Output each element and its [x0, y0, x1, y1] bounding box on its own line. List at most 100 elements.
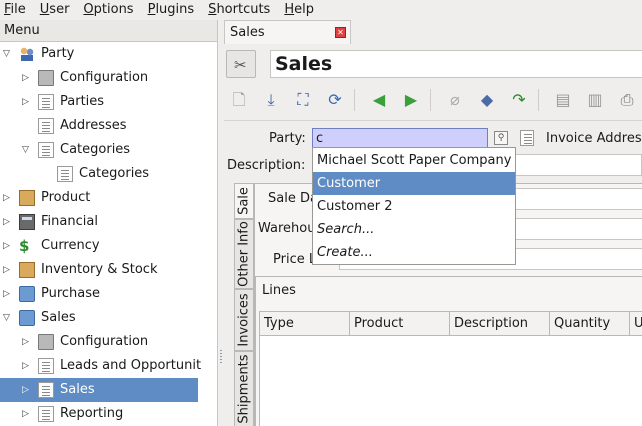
side-tab-shipments[interactable]: Shipments	[234, 351, 254, 426]
chevron-right-icon[interactable]: ▷	[22, 409, 32, 419]
menu-item-label: Party	[41, 46, 75, 61]
reload-icon[interactable]: ⟳	[324, 89, 346, 111]
chevron-down-icon[interactable]: ▽	[3, 313, 13, 323]
side-tab-other-info[interactable]: Other Info	[234, 219, 254, 289]
form-menu-button[interactable]: ✂	[226, 50, 256, 78]
form-title-box: Sales	[270, 50, 642, 78]
copy-icon[interactable]: ▤	[552, 89, 574, 111]
document-icon	[38, 406, 54, 422]
party-label: Party:	[269, 131, 306, 146]
menu-item-addresses[interactable]: Addresses	[0, 114, 217, 138]
menu-item-product[interactable]: ▷ Product	[0, 186, 217, 210]
chevron-right-icon[interactable]: ▷	[22, 97, 32, 107]
menu-item-party[interactable]: ▽ Party	[0, 42, 217, 66]
menu-item-label: Addresses	[60, 118, 127, 133]
menu-item-categories[interactable]: Categories	[0, 162, 217, 186]
column-product[interactable]: Product	[350, 312, 450, 336]
switch-view-icon[interactable]: ⛶	[292, 89, 314, 111]
chevron-right-icon[interactable]: ▷	[22, 73, 32, 83]
column-type[interactable]: Type	[260, 312, 350, 336]
side-tab-sale[interactable]: Sale	[234, 183, 254, 219]
next-icon[interactable]: ▶	[400, 89, 422, 111]
menu-item-inventory-stock[interactable]: ▷ Inventory & Stock	[0, 258, 217, 282]
chevron-right-icon[interactable]: ▷	[22, 385, 32, 395]
lines-table-header: Type Product Description Quantity U	[260, 312, 642, 336]
config-icon	[38, 70, 54, 86]
menu-item-configuration[interactable]: ▷ Configuration	[0, 330, 217, 354]
menu-item-financial[interactable]: ▷ Financial	[0, 210, 217, 234]
attachment-icon[interactable]: ⌀	[444, 89, 466, 111]
document-icon	[38, 94, 54, 110]
chevron-down-icon[interactable]: ▽	[22, 145, 32, 155]
new-party-icon[interactable]	[520, 130, 534, 146]
chevron-right-icon[interactable]: ▷	[3, 217, 13, 227]
toolbar-separator	[354, 89, 355, 111]
menu-user[interactable]: User	[33, 1, 77, 18]
chevron-right-icon[interactable]: ▷	[22, 337, 32, 347]
people-icon	[19, 46, 35, 62]
autocomplete-option-selected[interactable]: Customer	[313, 172, 515, 195]
close-icon[interactable]: ✕	[335, 27, 346, 38]
autocomplete-create-option[interactable]: Create...	[313, 241, 515, 264]
search-icon[interactable]: ⚲	[494, 131, 508, 145]
menu-item-label: Purchase	[41, 286, 101, 301]
menu-item-configuration[interactable]: ▷ Configuration	[0, 66, 217, 90]
menu-tree: ▽ Party ▷ Configuration ▷ Parties Addresses ▽ Ca…	[0, 42, 217, 426]
form-title: Sales	[275, 53, 333, 75]
menu-item-categories[interactable]: ▽ Categories	[0, 138, 217, 162]
menu-header[interactable]: Menu	[0, 20, 217, 42]
form-toolbar: 🗋 ⤓ ⛶ ⟳ ◀ ▶ ⌀ ◆ ↷ ▤ ▥ ⎙	[224, 83, 642, 119]
previous-icon[interactable]: ◀	[368, 89, 390, 111]
splitter-grip[interactable]	[220, 350, 222, 364]
menu-item-sales[interactable]: ▷ Sales	[0, 378, 198, 402]
menu-plugins[interactable]: Plugins	[141, 1, 202, 18]
folder-icon	[19, 310, 35, 326]
menu-item-parties[interactable]: ▷ Parties	[0, 90, 217, 114]
save-icon[interactable]: ⤓	[260, 89, 282, 111]
box-icon	[19, 190, 35, 206]
column-quantity[interactable]: Quantity	[550, 312, 630, 336]
menubar: File User Options Plugins Shortcuts Help	[0, 0, 642, 19]
sale-date-label: Sale Da	[268, 191, 318, 206]
calculator-icon	[19, 214, 35, 230]
menu-item-label: Configuration	[60, 70, 149, 85]
document-icon	[57, 166, 73, 182]
print-icon[interactable]: ⎙	[616, 89, 638, 111]
autocomplete-option[interactable]: Customer 2	[313, 195, 515, 218]
menu-file[interactable]: File	[0, 1, 33, 18]
duplicate-icon[interactable]: ▥	[584, 89, 606, 111]
menu-item-purchase[interactable]: ▷ Purchase	[0, 282, 217, 306]
document-icon	[38, 358, 54, 374]
chevron-right-icon[interactable]: ▷	[22, 361, 32, 371]
menu-item-label: Categories	[79, 166, 150, 181]
box-icon	[19, 262, 35, 278]
chevron-right-icon[interactable]: ▷	[3, 241, 13, 251]
menu-help[interactable]: Help	[277, 1, 321, 18]
column-description[interactable]: Description	[450, 312, 550, 336]
tab-sales[interactable]: Sales ✕	[224, 20, 351, 44]
menu-item-leads-and-opportunit[interactable]: ▷ Leads and Opportunit	[0, 354, 217, 378]
chevron-right-icon[interactable]: ▷	[3, 193, 13, 203]
party-autocomplete-popup: Michael Scott Paper Company Customer Cus…	[312, 147, 516, 265]
document-icon	[38, 382, 54, 398]
lines-table[interactable]: Type Product Description Quantity U	[259, 311, 642, 426]
description-label: Description:	[227, 158, 306, 173]
autocomplete-option[interactable]: Michael Scott Paper Company	[313, 149, 515, 172]
menu-options[interactable]: Options	[76, 1, 140, 18]
relate-icon[interactable]: ↷	[508, 89, 530, 111]
action-icon[interactable]: ◆	[476, 89, 498, 111]
side-tab-invoices[interactable]: Invoices	[234, 289, 254, 351]
menu-item-label: Currency	[41, 238, 100, 253]
menu-shortcuts[interactable]: Shortcuts	[201, 1, 277, 18]
new-icon[interactable]: 🗋	[228, 89, 250, 111]
tab-label: Sales	[230, 25, 265, 40]
menu-item-currency[interactable]: ▷ $ Currency	[0, 234, 217, 258]
chevron-right-icon[interactable]: ▷	[3, 265, 13, 275]
chevron-down-icon[interactable]: ▽	[3, 49, 13, 59]
menu-item-sales[interactable]: ▽ Sales	[0, 306, 217, 330]
autocomplete-search-option[interactable]: Search...	[313, 218, 515, 241]
column-unit[interactable]: U	[630, 312, 642, 336]
menu-item-label: Configuration	[60, 334, 149, 349]
chevron-right-icon[interactable]: ▷	[3, 289, 13, 299]
menu-item-reporting[interactable]: ▷ Reporting	[0, 402, 217, 426]
